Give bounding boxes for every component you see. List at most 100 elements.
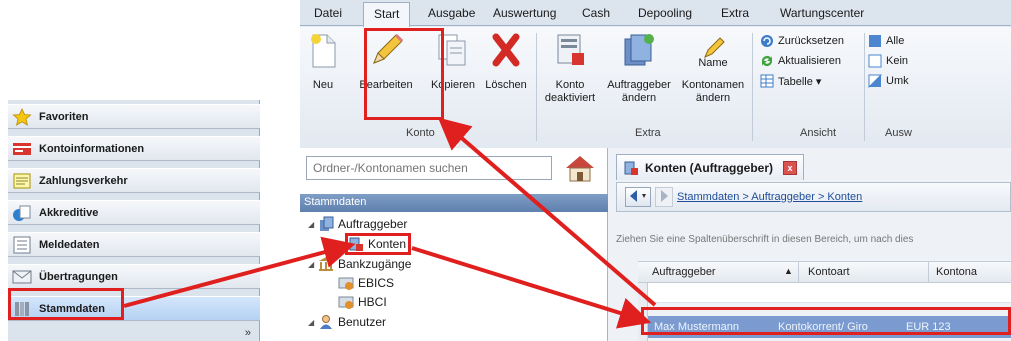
nav-more-button[interactable]: » <box>245 327 251 339</box>
report-data-icon <box>11 236 33 254</box>
kontonamen-aendern-button[interactable]: Name Kontonamen ändern <box>678 27 748 117</box>
ribbon-body: Neu Bearbeiten Kopieren Löschen Konto Ko… <box>300 27 1011 148</box>
account-info-icon <box>11 140 33 158</box>
expand-triangle-icon[interactable]: ◢ <box>308 220 318 229</box>
forward-button[interactable] <box>655 187 673 207</box>
column-header-auftraggeber[interactable]: Auftraggeber <box>652 266 716 278</box>
alle-button[interactable]: Alle <box>868 33 904 49</box>
tabelle-dropdown[interactable]: Tabelle ▾ <box>760 73 821 89</box>
payments-icon <box>11 172 33 190</box>
home-icon <box>566 156 594 182</box>
nav-item-akkreditive[interactable]: Akkreditive <box>8 200 260 225</box>
ebics-icon <box>338 277 354 290</box>
tab-datei[interactable]: Datei <box>314 6 342 20</box>
forward-arrow-icon <box>661 190 668 202</box>
ausw-group-label: Ausw <box>885 127 912 139</box>
new-document-icon <box>311 34 336 68</box>
nav-item-favoriten[interactable]: Favoriten <box>8 104 260 129</box>
home-button[interactable] <box>562 152 598 184</box>
bearbeiten-button[interactable]: Bearbeiten <box>348 27 424 117</box>
auftraggeber-aendern-label-2: ändern <box>621 92 657 104</box>
name-icon-label: Name <box>698 57 728 69</box>
search-box <box>306 156 552 180</box>
invert-selection-icon <box>868 74 882 88</box>
tree-item-ebics[interactable]: EBICS <box>338 275 394 291</box>
folder-tree-panel: Stammdaten ◢ Auftraggeber Konten ◢ Bankz… <box>300 148 608 341</box>
tree-item-benutzer[interactable]: ◢ Benutzer <box>308 314 386 330</box>
letter-of-credit-icon <box>11 204 33 222</box>
tree-item-label: Konten <box>368 237 407 251</box>
ribbon-tabs: Datei Start Ausgabe Auswertung Cash Depo… <box>300 0 1011 27</box>
document-tab[interactable]: Konten (Auftraggeber) x <box>616 154 804 180</box>
bearbeiten-label: Bearbeiten <box>359 79 413 91</box>
content-pane: Konten (Auftraggeber) x Stammdaten > Auf… <box>608 148 1011 341</box>
umk-label: Umk <box>886 75 909 87</box>
tree-item-auftraggeber[interactable]: ◢ Auftraggeber <box>308 216 407 232</box>
nav-item-label: Stammdaten <box>39 302 106 315</box>
group-separator <box>752 33 753 141</box>
back-button[interactable] <box>625 187 651 207</box>
tree-item-label: EBICS <box>358 276 395 290</box>
tab-start[interactable]: Start <box>363 2 411 27</box>
alle-label: Alle <box>886 35 905 47</box>
nav-item-stammdaten[interactable]: Stammdaten <box>8 296 260 321</box>
nav-item-zahlungsverkehr[interactable]: Zahlungsverkehr <box>8 168 260 193</box>
tree-item-hbci[interactable]: HBCI <box>338 294 387 310</box>
neu-label: Neu <box>312 79 334 91</box>
copy-icon <box>438 34 466 66</box>
table-row[interactable]: Max Mustermann Kontokorrent/ Giro EUR 12… <box>648 316 1011 338</box>
deactivate-account-icon <box>557 34 584 65</box>
ansicht-group-label: Ansicht <box>800 127 837 139</box>
nav-item-uebertragungen[interactable]: Übertragungen <box>8 264 260 289</box>
kopieren-button[interactable]: Kopieren <box>426 27 480 117</box>
master-data-icon <box>11 300 33 318</box>
tab-wartungscenter[interactable]: Wartungscenter <box>780 6 864 20</box>
client-icon <box>320 216 334 231</box>
tab-auswertung[interactable]: Auswertung <box>493 6 556 20</box>
loeschen-label: Löschen <box>485 79 527 91</box>
reset-icon <box>761 35 773 47</box>
cell-kontoname: EUR 123 <box>906 321 951 333</box>
auftraggeber-aendern-button[interactable]: Auftraggeber ändern <box>602 27 676 117</box>
nav-item-kontoinformationen[interactable]: Kontoinformationen <box>8 136 260 161</box>
aktualisieren-label: Aktualisieren <box>778 55 841 67</box>
column-header-kontoname[interactable]: Kontona <box>936 266 977 278</box>
nav-item-meldedaten[interactable]: Meldedaten <box>8 232 260 257</box>
zuruecksetzen-button[interactable]: Zurücksetzen <box>760 33 844 49</box>
neu-button[interactable]: Neu <box>304 27 342 117</box>
tab-depooling[interactable]: Depooling <box>638 6 692 20</box>
expand-triangle-icon[interactable]: ◢ <box>308 318 318 327</box>
cell-kontoart: Kontokorrent/ Giro <box>778 321 868 333</box>
umk-button[interactable]: Umk <box>868 73 909 89</box>
nav-item-label: Favoriten <box>39 110 89 123</box>
breadcrumb[interactable]: Stammdaten > Auftraggeber > Konten <box>677 191 862 203</box>
grouping-hint: Ziehen Sie eine Spaltenüberschrift in di… <box>616 234 914 245</box>
konto-group-label: Konto <box>406 127 435 139</box>
filter-row[interactable] <box>648 283 1011 303</box>
konto-deaktiviert-button[interactable]: Konto deaktiviert <box>540 27 600 117</box>
sort-ascending-icon: ▲ <box>784 266 793 276</box>
kein-button[interactable]: Kein <box>868 53 908 69</box>
tab-ausgabe[interactable]: Ausgabe <box>428 6 475 20</box>
tree-item-konten[interactable]: Konten <box>348 236 406 252</box>
kontonamen-aendern-label-1: Kontonamen <box>681 79 745 91</box>
tree-item-label: HBCI <box>358 295 387 309</box>
tab-cash[interactable]: Cash <box>582 6 610 20</box>
column-header-kontoart[interactable]: Kontoart <box>808 266 850 278</box>
loeschen-button[interactable]: Löschen <box>482 27 530 117</box>
tree-item-label: Auftraggeber <box>338 217 408 231</box>
select-all-icon <box>869 35 881 47</box>
pencil-icon <box>373 33 404 64</box>
tree-item-bankzugaenge[interactable]: ◢ Bankzugänge <box>308 256 411 272</box>
tab-extra[interactable]: Extra <box>721 6 749 20</box>
nav-item-label: Kontoinformationen <box>39 142 145 155</box>
konto-deaktiviert-label-2: deaktiviert <box>544 92 596 104</box>
expand-triangle-icon[interactable]: ◢ <box>308 260 318 269</box>
grid-header: Auftraggeber ▲ Kontoart Kontona <box>638 261 1011 284</box>
select-none-icon <box>868 54 882 68</box>
aktualisieren-button[interactable]: Aktualisieren <box>760 53 841 69</box>
tabelle-label: Tabelle ▾ <box>778 75 822 88</box>
close-tab-button[interactable]: x <box>783 160 797 175</box>
search-input[interactable] <box>307 157 551 179</box>
cell-auftraggeber: Max Mustermann <box>654 321 739 333</box>
